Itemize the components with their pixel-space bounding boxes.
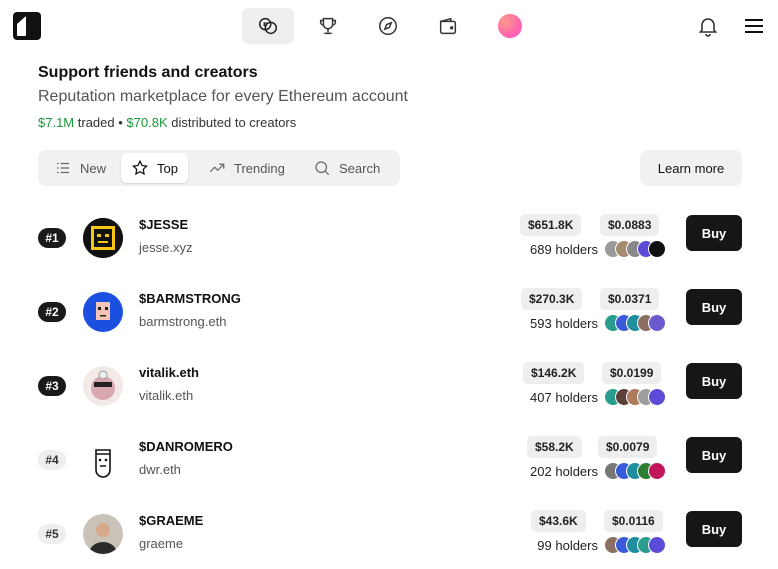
rank-badge: #3: [38, 376, 66, 396]
creator-handle: barmstrong.eth: [139, 314, 227, 329]
nav-tab-wallet[interactable]: [422, 8, 474, 44]
rank-badge: #1: [38, 228, 66, 248]
star-icon: [132, 159, 148, 176]
creator-name: $JESSE: [139, 217, 189, 232]
holders-count: 407 holders: [530, 390, 598, 405]
avatar: [83, 366, 123, 406]
page-title: Support friends and creators: [38, 64, 258, 81]
list-icon: [57, 162, 69, 174]
distributed-label: distributed to creators: [171, 115, 297, 130]
creator-handle: graeme: [139, 536, 184, 551]
stats-line: $7.1M traded • $70.8K distributed to cre…: [38, 115, 296, 130]
coins-icon: [259, 17, 277, 35]
rank-badge: #4: [38, 450, 66, 470]
rank-badge: #5: [38, 524, 66, 544]
tab-new[interactable]: New: [44, 153, 116, 183]
nav-tab-explore[interactable]: [362, 8, 414, 44]
search-icon: [315, 161, 330, 176]
traded-value: $7.1M: [38, 115, 75, 130]
holder-avatars: [604, 462, 670, 480]
buy-button[interactable]: Buy: [686, 363, 742, 399]
tab-top[interactable]: Top: [121, 153, 188, 183]
hamburger-menu-icon[interactable]: [742, 14, 766, 38]
price-badge: $0.0371: [600, 288, 660, 310]
trending-up-icon: [209, 163, 225, 173]
buy-button[interactable]: Buy: [686, 437, 742, 473]
page-subtitle: Reputation marketplace for every Ethereu…: [38, 88, 408, 105]
creator-name: $BARMSTRONG: [139, 291, 241, 306]
creator-name: $GRAEME: [139, 513, 204, 528]
list-item[interactable]: #5 $GRAEME graeme $43.6K $0.0116 99 hold…: [0, 502, 778, 569]
creator-name: $DANROMERO: [139, 439, 233, 454]
holder-avatars: [604, 388, 670, 406]
holder-avatars: [604, 240, 670, 258]
traded-label: traded •: [77, 115, 123, 130]
learn-more-button[interactable]: Learn more: [640, 150, 742, 186]
list-item[interactable]: #3 vitalik.eth vitalik.eth $146.2K $0.01…: [0, 354, 778, 424]
avatar: [83, 514, 123, 554]
avatar: [83, 440, 123, 480]
rank-badge: #2: [38, 302, 66, 322]
buy-button[interactable]: Buy: [686, 511, 742, 547]
top-nav: [0, 0, 778, 52]
holders-count: 689 holders: [530, 242, 598, 257]
tab-trending-label: Trending: [234, 160, 285, 176]
nav-tab-coins[interactable]: [242, 8, 294, 44]
holder-avatars: [604, 536, 670, 554]
holders-count: 99 holders: [537, 538, 598, 553]
market-cap-badge: $270.3K: [521, 288, 583, 310]
creator-handle: jesse.xyz: [139, 240, 193, 255]
trophy-icon: [319, 17, 337, 35]
price-badge: $0.0883: [600, 214, 660, 236]
app-logo[interactable]: [13, 12, 41, 40]
compass-icon: [379, 17, 397, 35]
bell-icon[interactable]: [696, 14, 720, 38]
distributed-value: $70.8K: [126, 115, 168, 130]
holders-count: 202 holders: [530, 464, 598, 479]
tab-new-label: New: [80, 160, 107, 176]
avatar: [83, 292, 123, 332]
tab-top-label: Top: [157, 160, 178, 176]
tab-search-label: Search: [339, 160, 381, 176]
avatar: [83, 218, 123, 258]
price-badge: $0.0116: [604, 510, 663, 532]
price-badge: $0.0199: [602, 362, 662, 384]
tab-trending[interactable]: Trending: [198, 153, 295, 183]
market-cap-badge: $58.2K: [527, 436, 582, 458]
list-item[interactable]: #2 $BARMSTRONG barmstrong.eth $270.3K $0…: [0, 280, 778, 350]
creator-name: vitalik.eth: [139, 365, 199, 380]
filter-tabs: New Top Trending Search: [38, 150, 400, 186]
list-item[interactable]: #4 $DANROMERO dwr.eth $58.2K $0.0079 202…: [0, 428, 778, 498]
nav-tab-trophy[interactable]: [302, 8, 354, 44]
buy-button[interactable]: Buy: [686, 289, 742, 325]
market-cap-badge: $651.8K: [520, 214, 582, 236]
tab-search[interactable]: Search: [303, 153, 390, 183]
buy-button[interactable]: Buy: [686, 215, 742, 251]
holder-avatars: [604, 314, 670, 332]
holders-count: 593 holders: [530, 316, 598, 331]
price-badge: $0.0079: [598, 436, 658, 458]
creator-handle: dwr.eth: [139, 462, 181, 477]
profile-avatar[interactable]: [498, 14, 522, 38]
market-cap-badge: $146.2K: [523, 362, 585, 384]
market-cap-badge: $43.6K: [531, 510, 586, 532]
creator-handle: vitalik.eth: [139, 388, 194, 403]
wallet-icon: [439, 17, 457, 35]
list-item[interactable]: #1 $JESSE jesse.xyz $651.8K $0.0883 689 …: [0, 206, 778, 276]
